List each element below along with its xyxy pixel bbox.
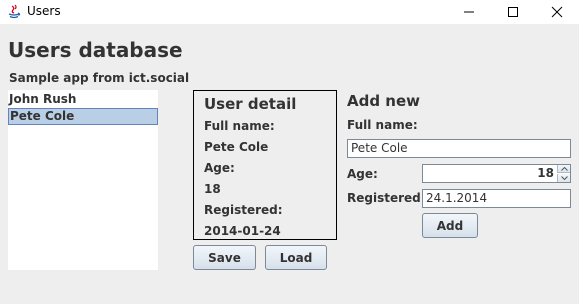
- age-spinner-buttons[interactable]: [557, 165, 570, 182]
- add-age-label: Age:: [347, 167, 378, 181]
- spinner-down-button[interactable]: [557, 174, 570, 182]
- page-title: Users database: [8, 38, 183, 62]
- detail-full-name-value: Pete Cole: [204, 140, 269, 154]
- users-list[interactable]: John Rush Pete Cole: [8, 90, 158, 270]
- close-icon: [551, 6, 563, 18]
- spinner-up-button[interactable]: [557, 165, 570, 173]
- age-spinner-value: 18: [537, 166, 554, 180]
- chevron-up-icon: [561, 167, 568, 171]
- detail-age-value: 18: [204, 182, 221, 196]
- detail-registered-label: Registered:: [204, 203, 283, 217]
- detail-full-name-label: Full name:: [204, 119, 275, 133]
- add-new-title: Add new: [347, 92, 421, 110]
- user-detail-panel: User detail Full name: Pete Cole Age: 18…: [193, 90, 337, 240]
- age-spinner[interactable]: 18: [422, 164, 571, 183]
- add-registered-label: Registered:: [347, 191, 426, 205]
- maximize-icon: [508, 7, 518, 17]
- minimize-button[interactable]: [447, 0, 491, 24]
- registered-date-input[interactable]: 24.1.2014: [422, 189, 571, 208]
- page-subtitle: Sample app from ict.social: [9, 71, 190, 85]
- user-detail-title: User detail: [204, 95, 297, 113]
- list-item-selected[interactable]: Pete Cole: [8, 108, 158, 125]
- detail-age-label: Age:: [204, 161, 235, 175]
- add-full-name-label: Full name:: [347, 118, 418, 132]
- window-title: Users: [27, 4, 61, 18]
- close-button[interactable]: [535, 0, 579, 24]
- list-item[interactable]: John Rush: [8, 91, 157, 108]
- maximize-button[interactable]: [491, 0, 535, 24]
- java-app-icon: [6, 4, 22, 20]
- window-title-bar[interactable]: Users: [0, 0, 579, 24]
- minimize-icon: [464, 11, 474, 13]
- chevron-down-icon: [561, 176, 568, 180]
- save-button[interactable]: Save: [193, 245, 256, 270]
- full-name-input[interactable]: Pete Cole: [347, 139, 571, 158]
- detail-registered-value: 2014-01-24: [204, 224, 281, 238]
- load-button[interactable]: Load: [265, 245, 327, 270]
- add-button[interactable]: Add: [422, 213, 478, 238]
